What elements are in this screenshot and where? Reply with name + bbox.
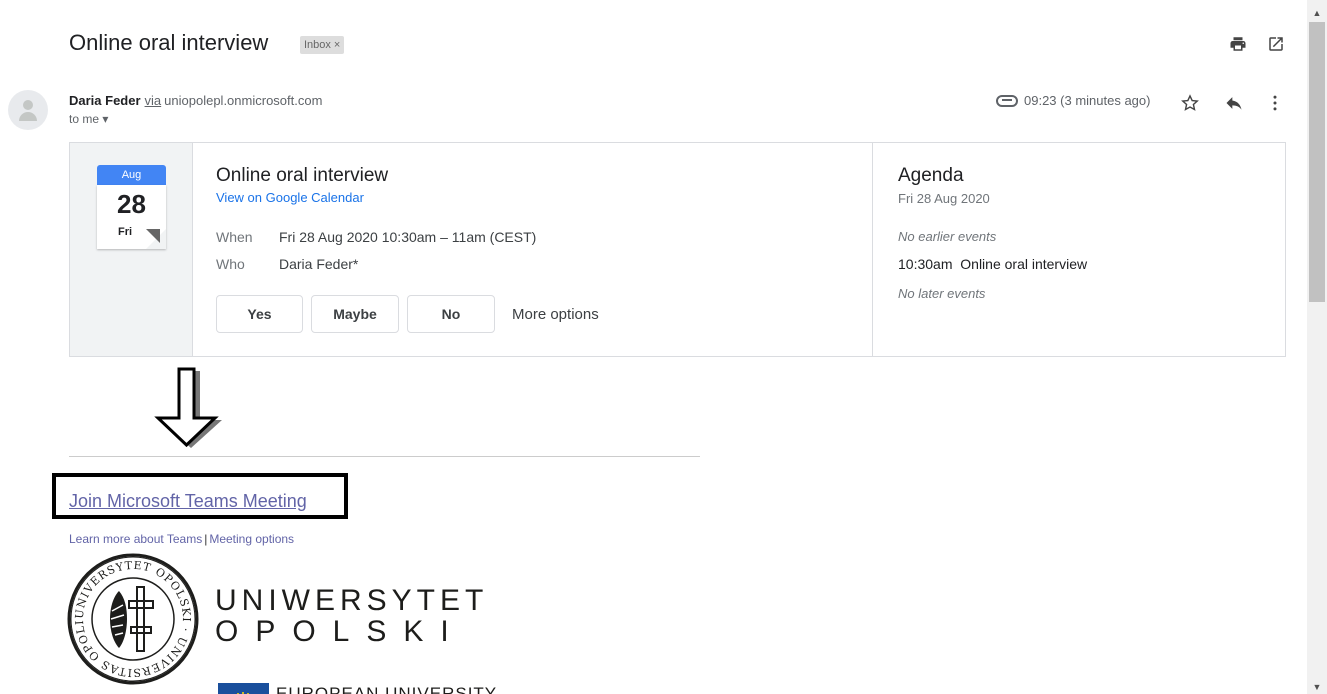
university-name-line2: OPOLSKI bbox=[215, 615, 466, 648]
agenda-title: Agenda bbox=[898, 165, 964, 186]
via-link[interactable]: via bbox=[145, 93, 162, 108]
inbox-label-text: Inbox bbox=[304, 39, 331, 51]
meeting-options-link[interactable]: Meeting options bbox=[209, 532, 294, 546]
star-icon[interactable] bbox=[1178, 91, 1202, 115]
rsvp-maybe-button[interactable]: Maybe bbox=[311, 295, 399, 333]
university-name-line1: UNIWERSYTET bbox=[215, 584, 489, 617]
agenda-no-later: No later events bbox=[898, 286, 986, 301]
agenda-no-earlier: No earlier events bbox=[898, 229, 997, 244]
open-in-new-window-icon[interactable] bbox=[1264, 32, 1288, 56]
eu-flag-icon bbox=[218, 683, 269, 694]
more-vert-icon[interactable] bbox=[1263, 91, 1287, 115]
when-label: When bbox=[216, 229, 253, 245]
university-seal-logo: UNIVERSYTET OPOLSKI · UNIVERSITAS OPOLIE… bbox=[62, 543, 199, 685]
print-icon[interactable] bbox=[1226, 32, 1250, 56]
more-options-button[interactable]: More options bbox=[512, 306, 599, 323]
scrollbar-thumb[interactable] bbox=[1309, 22, 1325, 302]
attachment-icon bbox=[996, 94, 1018, 107]
avatar bbox=[8, 90, 48, 130]
view-on-calendar-link[interactable]: View on Google Calendar bbox=[216, 190, 364, 205]
event-title: Online oral interview bbox=[216, 165, 389, 186]
card-date-panel: Aug 28 Fri bbox=[70, 143, 193, 356]
divider bbox=[69, 456, 700, 457]
join-teams-meeting-link[interactable]: Join Microsoft Teams Meeting bbox=[69, 491, 307, 512]
european-university-text: EUROPEAN UNIVERSITY bbox=[276, 684, 498, 694]
sender-domain: uniopolepl.onmicrosoft.com bbox=[164, 93, 323, 108]
timestamp: 09:23 (3 minutes ago) bbox=[1024, 93, 1151, 108]
inbox-label-chip[interactable]: Inbox × bbox=[300, 36, 345, 54]
agenda-event-time: 10:30am bbox=[898, 256, 953, 272]
who-value[interactable]: Daria Feder* bbox=[279, 256, 358, 272]
when-value: Fri 28 Aug 2020 10:30am – 11am (CEST) bbox=[279, 229, 537, 245]
message-meta: 09:23 (3 minutes ago) bbox=[996, 93, 1150, 108]
agenda-event[interactable]: 10:30am Online oral interview bbox=[898, 256, 1087, 272]
chevron-down-icon[interactable]: ▾ bbox=[102, 112, 108, 126]
learn-more-teams-link[interactable]: Learn more about Teams bbox=[69, 532, 202, 546]
reply-icon[interactable] bbox=[1222, 91, 1246, 115]
down-arrow-icon bbox=[149, 366, 224, 448]
email-subject: Online oral interview bbox=[69, 30, 269, 55]
agenda-event-title: Online oral interview bbox=[960, 256, 1088, 272]
calendar-weekday: Fri bbox=[117, 226, 133, 238]
recipient-text: to me bbox=[69, 112, 100, 126]
agenda-panel: Agenda Fri 28 Aug 2020 No earlier events… bbox=[872, 143, 1286, 356]
link-separator: | bbox=[204, 532, 208, 546]
calendar-date-icon: Aug 28 Fri bbox=[97, 165, 166, 249]
who-label: Who bbox=[216, 256, 245, 272]
remove-label-icon[interactable]: × bbox=[334, 39, 340, 51]
calendar-day: 28 bbox=[117, 189, 146, 219]
recipient-details[interactable]: to me ▾ bbox=[69, 112, 108, 126]
sender-name[interactable]: Daria Feder bbox=[69, 93, 141, 108]
calendar-month: Aug bbox=[97, 165, 166, 185]
rsvp-yes-button[interactable]: Yes bbox=[216, 295, 303, 333]
scroll-down-icon[interactable]: ▼ bbox=[1307, 680, 1327, 694]
sender-line: Daria Feder via uniopolepl.onmicrosoft.com bbox=[69, 93, 322, 108]
agenda-date: Fri 28 Aug 2020 bbox=[898, 191, 990, 206]
scroll-up-icon[interactable]: ▲ bbox=[1307, 6, 1327, 20]
rsvp-no-button[interactable]: No bbox=[407, 295, 495, 333]
teams-links: Learn more about Teams | Meeting options bbox=[69, 532, 294, 546]
calendar-invite-card: Aug 28 Fri Online oral interview View on… bbox=[69, 142, 1286, 357]
